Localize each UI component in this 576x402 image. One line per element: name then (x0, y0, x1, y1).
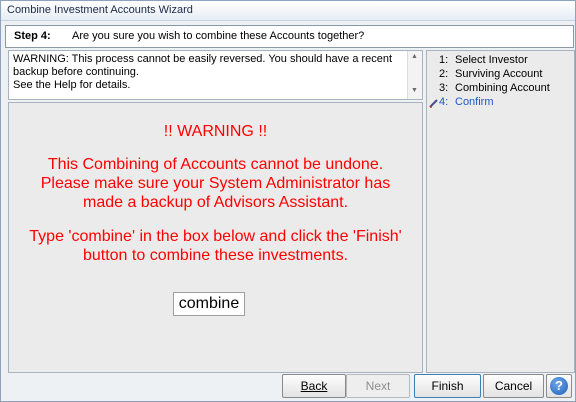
warning-line-3: See the Help for details. (13, 79, 131, 91)
warning-text: WARNING: This process cannot be easily r… (13, 53, 406, 92)
next-button-label: Next (365, 379, 391, 393)
step-item-confirm: 4: Confirm (439, 96, 494, 108)
warning-line-2: backup before continuing. (13, 66, 139, 78)
back-button[interactable]: Back (282, 374, 346, 398)
instruction-line-1: Type 'combine' in the box below and clic… (29, 228, 402, 245)
confirmation-panel: !! WARNING !! This Combining of Accounts… (8, 102, 423, 373)
step-item-surviving-account: 2: Surviving Account (439, 68, 543, 80)
step-header: Step 4: Are you sure you wish to combine… (5, 25, 574, 48)
wizard-steps-panel: 1: Select Investor 2: Surviving Account 3:… (426, 50, 575, 373)
help-icon: ? (550, 377, 568, 395)
warning-message-line-3: made a backup of Advisors Assistant. (82, 194, 349, 211)
wizard-window: Combine Investment Accounts Wizard Step … (0, 0, 576, 402)
next-button[interactable]: Next (346, 374, 410, 398)
title-bar[interactable]: Combine Investment Accounts Wizard (1, 1, 575, 21)
warning-line-1: WARNING: This process cannot be easily r… (13, 53, 393, 65)
step-question: Are you sure you wish to combine these A… (72, 30, 365, 42)
warning-message-line-1: This Combining of Accounts cannot be und… (47, 156, 384, 173)
help-button[interactable]: ? (546, 374, 572, 398)
back-button-label: Back (300, 379, 328, 393)
pencil-icon (429, 99, 438, 108)
step-item-select-investor: 1: Select Investor (439, 54, 528, 66)
finish-button[interactable]: Finish (414, 374, 481, 398)
warning-message-line-2: Please make sure your System Administrat… (40, 175, 391, 192)
warning-textbox[interactable]: WARNING: This process cannot be easily r… (8, 50, 423, 100)
step-label: Step 4: (14, 30, 51, 42)
step-item-combining-account: 3: Combining Account (439, 82, 550, 94)
confirm-text-input[interactable]: combine (173, 292, 245, 316)
scroll-up-icon[interactable]: ▲ (411, 53, 418, 60)
cancel-button-label: Cancel (494, 379, 533, 393)
scroll-down-icon[interactable]: ▼ (411, 87, 418, 94)
finish-button-label: Finish (431, 379, 464, 393)
warning-scrollbar[interactable]: ▲ ▼ (407, 51, 422, 99)
warning-heading: !! WARNING !! (163, 123, 268, 140)
cancel-button[interactable]: Cancel (483, 374, 544, 398)
instruction-line-2: button to combine these investments. (82, 247, 349, 264)
window-title: Combine Investment Accounts Wizard (7, 4, 193, 16)
